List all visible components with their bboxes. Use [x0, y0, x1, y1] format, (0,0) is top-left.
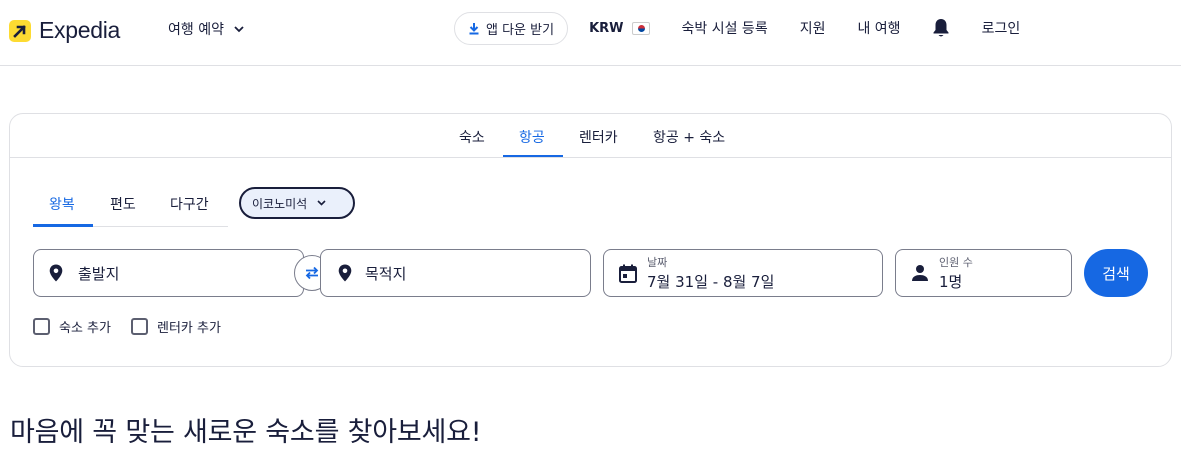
- active-tab-indicator: [503, 155, 563, 157]
- calendar-icon: [619, 264, 637, 283]
- logo-arrow-icon: [9, 19, 31, 42]
- trip-booking-menu[interactable]: 여행 예약: [168, 19, 244, 39]
- login-link[interactable]: 로그인: [982, 18, 1021, 38]
- swap-arrows-icon: [305, 266, 319, 280]
- tab-one-way[interactable]: 편도: [110, 194, 136, 214]
- trip-type-tabs: 왕복 편도 다구간: [33, 183, 228, 227]
- hero-heading: 마음에 꼭 맞는 새로운 숙소를 찾아보세요!: [10, 417, 482, 448]
- travelers-label: 인원 수: [939, 256, 973, 269]
- origin-field[interactable]: 출발지: [33, 249, 304, 297]
- tab-cars[interactable]: 렌터카: [579, 127, 618, 147]
- travelers-field[interactable]: 인원 수 1명: [895, 249, 1072, 297]
- tab-flight-hotel[interactable]: 항공 + 숙소: [653, 127, 725, 147]
- trip-menu-label: 여행 예약: [168, 22, 224, 38]
- dates-label: 날짜: [647, 256, 668, 269]
- dates-field[interactable]: 날짜 7월 31일 - 8월 7일: [603, 249, 883, 297]
- checkbox-box: [33, 318, 50, 335]
- map-pin-icon: [49, 264, 63, 282]
- product-tabs: 숙소 항공 렌터카 항공 + 숙소: [10, 114, 1171, 158]
- chevron-down-icon: [234, 25, 244, 32]
- map-pin-icon: [338, 264, 352, 282]
- app-download-button[interactable]: 앱 다운 받기: [454, 11, 569, 45]
- tab-flights[interactable]: 항공: [519, 127, 545, 147]
- tab-round-trip[interactable]: 왕복: [49, 194, 75, 214]
- search-card: 숙소 항공 렌터카 항공 + 숙소 왕복 편도 다구간 이코노미석 출발지 목적…: [9, 113, 1172, 367]
- my-trips-link[interactable]: 내 여행: [857, 18, 900, 38]
- destination-placeholder: 목적지: [365, 265, 407, 283]
- add-car-checkbox[interactable]: 렌터카 추가: [131, 317, 221, 336]
- support-link[interactable]: 지원: [800, 18, 826, 38]
- currency-selector[interactable]: KRW: [589, 20, 650, 36]
- add-stay-label: 숙소 추가: [59, 321, 111, 336]
- add-car-label: 렌터카 추가: [157, 321, 221, 336]
- destination-field[interactable]: 목적지: [320, 249, 591, 297]
- korea-flag-icon: [631, 21, 650, 35]
- tab-stays[interactable]: 숙소: [459, 127, 485, 147]
- app-download-label: 앱 다운 받기: [486, 22, 555, 38]
- travelers-value: 1명: [939, 273, 963, 291]
- top-header: Expedia 여행 예약 앱 다운 받기 KRW 숙박 시설 등록 지원 내 …: [0, 0, 1181, 66]
- cabin-class-selector[interactable]: 이코노미석: [239, 187, 355, 219]
- list-property-link[interactable]: 숙박 시설 등록: [682, 18, 768, 38]
- logo-text: Expedia: [39, 17, 121, 43]
- download-icon: [469, 22, 479, 34]
- expedia-logo[interactable]: Expedia: [9, 17, 120, 44]
- tab-multi-city[interactable]: 다구간: [170, 194, 209, 214]
- notification-bell-icon[interactable]: [932, 18, 950, 38]
- add-stay-checkbox[interactable]: 숙소 추가: [33, 317, 111, 336]
- chevron-down-icon: [317, 200, 326, 206]
- person-icon: [912, 265, 928, 281]
- header-nav: 앱 다운 받기 KRW 숙박 시설 등록 지원 내 여행 로그인: [454, 11, 1021, 45]
- active-trip-type-indicator: [33, 224, 93, 227]
- dates-value: 7월 31일 - 8월 7일: [647, 273, 775, 291]
- origin-placeholder: 출발지: [78, 265, 120, 283]
- currency-label: KRW: [589, 20, 624, 36]
- checkbox-box: [131, 318, 148, 335]
- search-button[interactable]: 검색: [1084, 249, 1148, 297]
- cabin-class-label: 이코노미석: [252, 196, 308, 211]
